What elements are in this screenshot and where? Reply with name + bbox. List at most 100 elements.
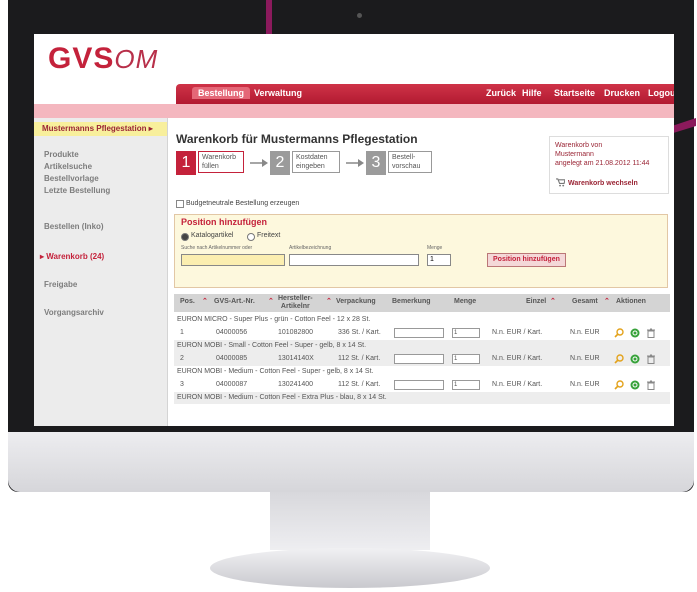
- quantity-input[interactable]: 1: [452, 328, 480, 338]
- nav-hilfe[interactable]: Hilfe: [516, 87, 548, 99]
- col-pos[interactable]: Pos.: [180, 298, 195, 306]
- budget-checkbox-label: Budgetneutrale Bestellung erzeugen: [186, 200, 300, 207]
- page-title: Warenkorb für Mustermanns Pflegestation: [176, 132, 418, 146]
- monitor-stand-neck: [270, 492, 430, 550]
- col-sort-icon: ⌃: [326, 298, 332, 305]
- col-menge[interactable]: Menge: [454, 298, 476, 306]
- main-content: Warenkorb für Mustermanns Pflegestation …: [174, 118, 674, 426]
- article-description-input[interactable]: [289, 254, 419, 266]
- step-1: 1 Warenkorb füllen: [176, 151, 246, 175]
- cell-gesamt: N.n. EUR: [570, 355, 600, 362]
- trash-icon[interactable]: [646, 354, 656, 364]
- step-3-label-line2: vorschau: [392, 163, 421, 170]
- step-2-number: 2: [270, 151, 290, 175]
- refresh-icon[interactable]: [630, 328, 640, 338]
- col-hersteller-line1: Hersteller-: [278, 295, 313, 302]
- quantity-field-label: Menge: [427, 245, 443, 251]
- sidebar-item-vorgangsarchiv[interactable]: Vorgangsarchiv: [44, 308, 104, 317]
- sidebar-item-artikelsuche[interactable]: Artikelsuche: [44, 162, 92, 171]
- cart-owner-name: Mustermann: [555, 151, 594, 158]
- col-gvs-art-nr[interactable]: GVS-Art.-Nr.: [214, 298, 255, 306]
- step-2-label-line2: eingeben: [296, 163, 325, 170]
- remark-input[interactable]: [394, 328, 444, 338]
- webcam-dot: [357, 13, 362, 18]
- step-1-label: Warenkorb füllen: [198, 151, 244, 173]
- row-description: EURON MICRO - Super Plus - grün - Cotton…: [174, 314, 670, 326]
- cell-gesamt: N.n. EUR: [570, 381, 600, 388]
- sidebar-item-freigabe[interactable]: Freigabe: [44, 280, 77, 289]
- step-1-number: 1: [176, 151, 196, 175]
- cell-gvs: 04000056: [216, 329, 248, 336]
- col-bemerkung[interactable]: Bemerkung: [392, 298, 431, 306]
- tab-verwaltung[interactable]: Verwaltung: [248, 87, 308, 99]
- col-gesamt[interactable]: Gesamt: [572, 298, 598, 306]
- quantity-input[interactable]: 1: [452, 354, 480, 364]
- cell-verpackung: 112 St. / Kart.: [338, 381, 381, 388]
- sidebar-item-letzte-bestellung[interactable]: Letzte Bestellung: [44, 186, 110, 195]
- step-3-label: Bestell-vorschau: [388, 151, 432, 173]
- add-position-panel: Position hinzufügen Katalogartikel Freit…: [174, 214, 668, 288]
- step-2-label-line1: Kostdaten: [296, 154, 328, 161]
- logo-brand: GVS: [48, 42, 115, 75]
- sidebar-item-bestellen[interactable]: Bestellen (Inko): [44, 222, 104, 231]
- step-3-label-line1: Bestell-: [392, 154, 416, 161]
- sidebar-header-station[interactable]: Mustermanns Pflegestation ▸: [34, 122, 167, 136]
- cell-herst: 130241400: [278, 381, 314, 388]
- nav-startseite[interactable]: Startseite: [548, 87, 601, 99]
- table-row: 3 04000087 130241400 112 St. / Kart. 1 N…: [174, 378, 670, 392]
- col-sort-icon: ⌃: [268, 298, 274, 305]
- col-sort-icon: ⌃: [604, 298, 610, 305]
- tab-bestellung[interactable]: Bestellung: [192, 87, 251, 99]
- sidebar-item-bestellvorlage[interactable]: Bestellvorlage: [44, 174, 99, 183]
- gvsom-logo[interactable]: GVSOM: [48, 42, 158, 76]
- cart-info-box: Warenkorb von Mustermann angelegt am 21.…: [549, 136, 669, 194]
- row-description: EURON MOBI - Small - Cotton Feel - Super…: [174, 340, 670, 352]
- article-search-input[interactable]: [181, 254, 285, 266]
- trash-icon[interactable]: [646, 380, 656, 390]
- search-icon[interactable]: [614, 354, 624, 364]
- budget-checkbox[interactable]: [176, 200, 184, 208]
- nav-logout[interactable]: Logout: [642, 87, 674, 99]
- trash-icon[interactable]: [646, 328, 656, 338]
- cell-pos: 2: [180, 355, 184, 362]
- col-einzel[interactable]: Einzel: [526, 298, 546, 306]
- refresh-icon[interactable]: [630, 380, 640, 390]
- col-hersteller-line2: Artikelnr: [280, 303, 310, 310]
- col-sort-icon: ⌃: [202, 298, 208, 305]
- remark-input[interactable]: [394, 380, 444, 390]
- quantity-input[interactable]: 1: [427, 254, 451, 266]
- search-icon[interactable]: [614, 328, 624, 338]
- row-description: EURON MOBI - Medium - Cotton Feel - Extr…: [174, 392, 670, 404]
- refresh-icon[interactable]: [630, 354, 640, 364]
- col-sort-icon: ⌃: [550, 298, 556, 305]
- sidebar-item-produkte[interactable]: Produkte: [44, 150, 79, 159]
- cell-einzel: N.n. EUR / Kart.: [492, 355, 543, 362]
- step-arrow-icon: [346, 159, 364, 167]
- sidebar-item-warenkorb-label: Warenkorb (24): [46, 252, 105, 261]
- shopping-cart-icon: [556, 178, 565, 187]
- col-hersteller-artikelnr[interactable]: Hersteller- Artikelnr: [278, 295, 313, 311]
- cell-einzel: N.n. EUR / Kart.: [492, 381, 543, 388]
- cell-verpackung: 336 St. / Kart.: [338, 329, 381, 336]
- app-screen: GVSOM Bestellung Verwaltung Zurück Hilfe…: [34, 34, 674, 426]
- remark-input[interactable]: [394, 354, 444, 364]
- radio-freitext[interactable]: [247, 233, 255, 241]
- add-position-title: Position hinzufügen: [181, 217, 267, 227]
- search-icon[interactable]: [614, 380, 624, 390]
- cart-owner-label: Warenkorb von: [555, 142, 603, 149]
- sidebar: Mustermanns Pflegestation ▸ Produkte Art…: [34, 118, 168, 426]
- radio-katalogartikel[interactable]: [181, 233, 189, 241]
- quantity-input[interactable]: 1: [452, 380, 480, 390]
- nav-drucken[interactable]: Drucken: [598, 87, 646, 99]
- search-field-label: Suche nach Artikelnummer oder: [181, 245, 253, 251]
- cell-pos: 3: [180, 381, 184, 388]
- step-1-label-line2: füllen: [202, 163, 219, 170]
- logo-suffix: OM: [114, 44, 159, 74]
- switch-cart-link[interactable]: Warenkorb wechseln: [568, 179, 638, 188]
- sidebar-item-warenkorb[interactable]: ▸ Warenkorb (24): [40, 252, 104, 261]
- cell-pos: 1: [180, 329, 184, 336]
- col-verpackung[interactable]: Verpackung: [336, 298, 376, 306]
- cart-created-date: angelegt am 21.08.2012 11:44: [555, 160, 650, 167]
- add-position-button[interactable]: Position hinzufügen: [487, 253, 566, 267]
- description-field-label: Artikelbezeichnung: [289, 245, 332, 251]
